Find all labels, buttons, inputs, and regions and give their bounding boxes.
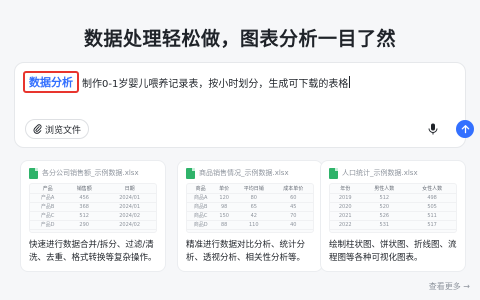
file-header: 人口统计_示例数据.xlsx [329,167,457,179]
sheet-cell: 498 [408,193,456,203]
sheet-cell: 2024/01 [103,202,156,212]
sheet-header: 销售额 [65,184,104,194]
sheet-cell: 98 [214,202,235,212]
excel-file-icon [186,167,195,179]
prompt-text[interactable]: 制作0-1岁婴儿喂养记录表，按小时划分，生成可下载的表格 [82,75,348,90]
sheet-cell: 2024/01 [103,193,156,203]
sheet-preview: 商品 单价 平均日销 成本单价 商品A 120 80 60 商品B 98 65 45 商品C… [186,183,314,233]
sheet-cell: 产品B [30,202,66,212]
card-description: 精准进行数据对比分析、统计分析、透视分析、相关性分析等。 [186,240,306,263]
sheet-header: 女性人数 [408,184,456,194]
sheet-cell: 42 [234,211,274,221]
browse-files-button[interactable]: 浏览文件 [25,119,90,139]
sheet-cell: 2024/02 [103,220,156,230]
file-header: 商品销售情况_示例数据.xlsx [186,167,314,179]
sheet-cell: 商品A [187,193,215,203]
sheet-preview: 产品 销售额 日期 产品A 456 2024/01 产品B 368 2024/01 产品… [29,183,157,233]
file-name: 人口统计_示例数据.xlsx [342,169,418,177]
sheet-cell: 2024/02 [103,211,156,221]
sheet-cell: 70 [273,211,313,221]
sheet-cell: 产品D [30,220,66,230]
skill-tag-label: 数据分析 [29,76,73,89]
sheet-cell: 40 [273,220,313,230]
sheet-preview: 年份 男性人数 女性人数 2019 512 498 2020 520 505 2021 5… [329,183,457,233]
paperclip-icon [33,124,42,134]
sheet-cell: 520 [360,202,409,212]
sheet-header: 成本单价 [273,184,313,194]
excel-file-icon [329,167,338,179]
card-description: 绘制柱状图、饼状图、折线图、流程图等各种可视化图表。 [329,240,457,263]
sheet-cell: 512 [360,193,409,203]
sheet-cell: 商品C [187,211,215,221]
sheet-cell: 368 [65,202,104,212]
sheet-header: 年份 [330,184,361,194]
sheet-cell: 517 [408,220,456,230]
send-button[interactable] [456,120,474,138]
sheet-cell: 2020 [330,202,361,212]
sheet-cell: 80 [234,193,274,203]
browse-files-label: 浏览文件 [45,125,82,136]
sheet-cell: 产品C [30,211,66,221]
sheet-header: 单价 [214,184,235,194]
sheet-cell: 商品D [187,220,215,230]
sheet-cell: 60 [273,193,313,203]
voice-input-button[interactable] [425,121,441,137]
sheet-cell: 2019 [330,193,361,203]
prompt-text-area[interactable]: 数据分析 制作0-1岁婴儿喂养记录表，按小时划分，生成可下载的表格 [23,71,457,93]
card-description: 快速进行数据合并/拆分、过滤/清洗、去重、格式转换等复杂操作。 [29,240,157,263]
file-header: 各分公司销售额_示例数据.xlsx [29,167,157,179]
prompt-input-card[interactable]: 数据分析 制作0-1岁婴儿喂养记录表，按小时划分，生成可下载的表格 浏览文件 [14,62,474,148]
skill-tag[interactable]: 数据分析 [23,71,79,93]
sheet-cell: 512 [65,211,104,221]
example-card-compare[interactable]: 商品销售情况_示例数据.xlsx 商品 单价 平均日销 成本单价 商品A 120 8… [177,160,323,272]
sheet-cell: 120 [214,193,235,203]
sheet-cell: 88 [214,220,235,230]
microphone-icon [428,123,438,135]
sheet-cell: 2021 [330,211,361,221]
sheet-cell: 110 [234,220,274,230]
sheet-header: 男性人数 [360,184,409,194]
sheet-cell: 2022 [330,220,361,230]
file-name: 各分公司销售额_示例数据.xlsx [42,169,139,177]
sheet-cell: 511 [408,211,456,221]
sheet-header: 平均日销 [234,184,274,194]
sheet-cell: 产品A [30,193,66,203]
sheet-cell: 290 [65,220,104,230]
view-more-link[interactable]: 查看更多 → [429,281,470,292]
sheet-header: 商品 [187,184,215,194]
example-card-chart[interactable]: 人口统计_示例数据.xlsx 年份 男性人数 女性人数 2019 512 498 2… [320,160,466,272]
page-headline: 数据处理轻松做，图表分析一目了然 [83,28,396,50]
excel-file-icon [29,167,38,179]
sheet-cell: 526 [360,211,409,221]
sheet-cell: 456 [65,193,104,203]
sheet-cell: 65 [234,202,274,212]
sheet-cell: 531 [360,220,409,230]
sheet-cell: 45 [273,202,313,212]
arrow-up-icon [461,125,469,134]
example-card-merge[interactable]: 各分公司销售额_示例数据.xlsx 产品 销售额 日期 产品A 456 2024/0… [20,160,166,272]
text-caret [349,76,351,88]
sheet-header: 产品 [30,184,66,194]
file-name: 商品销售情况_示例数据.xlsx [199,169,289,177]
sheet-cell: 150 [214,211,235,221]
sheet-cell: 商品B [187,202,215,212]
sheet-cell: 505 [408,202,456,212]
sheet-header: 日期 [103,184,156,194]
